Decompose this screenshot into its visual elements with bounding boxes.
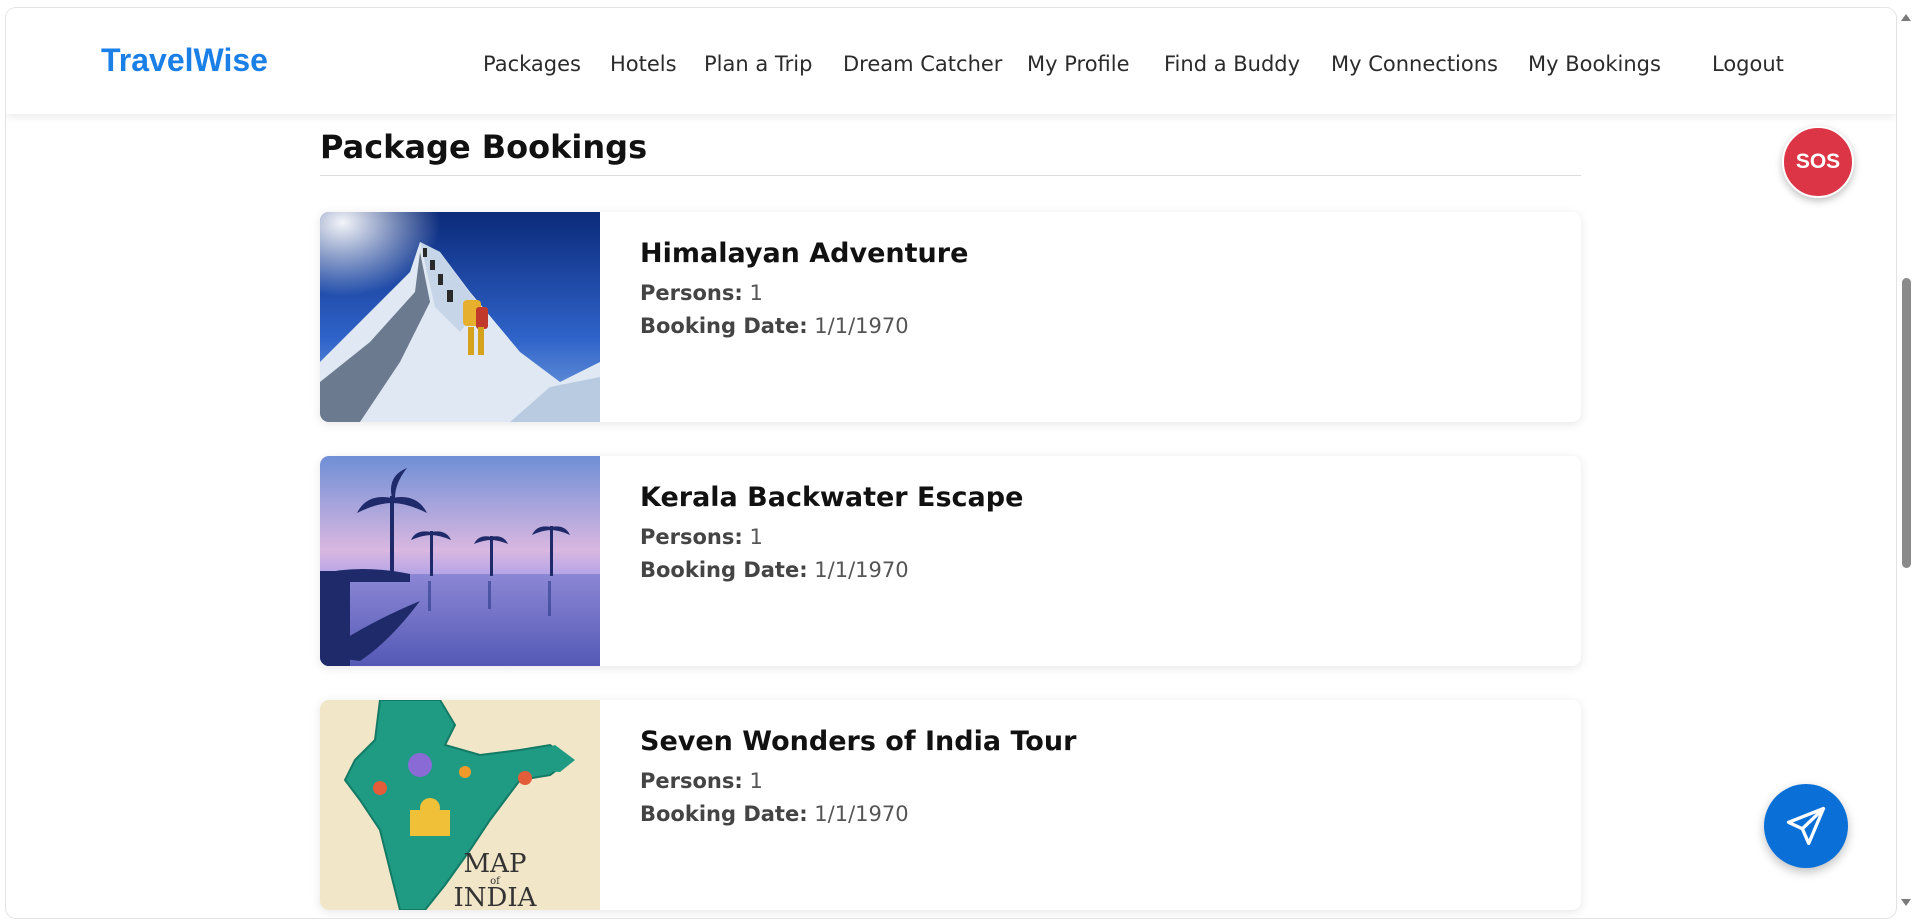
booking-date-value: 1/1/1970 xyxy=(814,558,909,582)
booking-date: Booking Date: 1/1/1970 xyxy=(640,802,1076,826)
booking-title[interactable]: Kerala Backwater Escape xyxy=(640,482,1023,513)
nav-item-hotels[interactable]: Hotels xyxy=(610,52,677,76)
nav-links: Packages Hotels Plan a Trip Dream Catche… xyxy=(6,52,1896,82)
persons-label: Persons: xyxy=(640,525,743,549)
persons-label: Persons: xyxy=(640,769,743,793)
booking-persons: Persons: 1 xyxy=(640,281,968,305)
scroll-up-icon[interactable] xyxy=(1901,14,1911,21)
scroll-down-icon[interactable] xyxy=(1901,899,1911,906)
browser-window: TravelWise Packages Hotels Plan a Trip D… xyxy=(6,8,1896,918)
booking-card: MAP of INDIA Seven Wonders of India Tour… xyxy=(320,700,1581,910)
nav-item-my-connections[interactable]: My Connections xyxy=(1331,52,1498,76)
persons-value: 1 xyxy=(749,769,763,793)
top-navbar: TravelWise Packages Hotels Plan a Trip D… xyxy=(6,8,1896,114)
page-title: Package Bookings xyxy=(320,128,648,166)
booking-date-label: Booking Date: xyxy=(640,558,808,582)
paper-plane-icon xyxy=(1786,806,1826,846)
nav-item-logout[interactable]: Logout xyxy=(1712,52,1784,76)
title-divider xyxy=(320,175,1581,176)
persons-label: Persons: xyxy=(640,281,743,305)
booking-image-himalayan xyxy=(320,212,600,422)
booking-date-label: Booking Date: xyxy=(640,802,808,826)
booking-image-kerala xyxy=(320,456,600,666)
scrollbar-thumb[interactable] xyxy=(1902,278,1911,568)
persons-value: 1 xyxy=(749,525,763,549)
booking-title[interactable]: Himalayan Adventure xyxy=(640,238,968,269)
booking-image-india-map: MAP of INDIA xyxy=(320,700,600,910)
booking-persons: Persons: 1 xyxy=(640,525,1023,549)
booking-date-value: 1/1/1970 xyxy=(814,314,909,338)
booking-details: Kerala Backwater Escape Persons: 1 Booki… xyxy=(640,482,1023,591)
booking-card: Kerala Backwater Escape Persons: 1 Booki… xyxy=(320,456,1581,666)
booking-date: Booking Date: 1/1/1970 xyxy=(640,558,1023,582)
map-image-text-india: INDIA xyxy=(454,883,538,910)
vertical-scrollbar[interactable] xyxy=(1898,8,1914,918)
nav-item-packages[interactable]: Packages xyxy=(483,52,581,76)
persons-value: 1 xyxy=(749,281,763,305)
nav-item-plan-a-trip[interactable]: Plan a Trip xyxy=(704,52,812,76)
booking-title[interactable]: Seven Wonders of India Tour xyxy=(640,726,1076,757)
nav-item-my-profile[interactable]: My Profile xyxy=(1027,52,1130,76)
nav-item-my-bookings[interactable]: My Bookings xyxy=(1528,52,1661,76)
sos-button[interactable]: SOS xyxy=(1782,126,1854,198)
main-content: Package Bookings Himalayan Adventure Per… xyxy=(6,114,1896,918)
booking-details: Himalayan Adventure Persons: 1 Booking D… xyxy=(640,238,968,347)
booking-date-label: Booking Date: xyxy=(640,314,808,338)
booking-date: Booking Date: 1/1/1970 xyxy=(640,314,968,338)
nav-item-find-a-buddy[interactable]: Find a Buddy xyxy=(1164,52,1300,76)
booking-date-value: 1/1/1970 xyxy=(814,802,909,826)
map-image-text-map: MAP xyxy=(464,849,527,879)
booking-details: Seven Wonders of India Tour Persons: 1 B… xyxy=(640,726,1076,835)
nav-item-dream-catcher[interactable]: Dream Catcher xyxy=(843,52,1002,76)
booking-card: Himalayan Adventure Persons: 1 Booking D… xyxy=(320,212,1581,422)
send-message-button[interactable] xyxy=(1764,784,1848,868)
booking-persons: Persons: 1 xyxy=(640,769,1076,793)
